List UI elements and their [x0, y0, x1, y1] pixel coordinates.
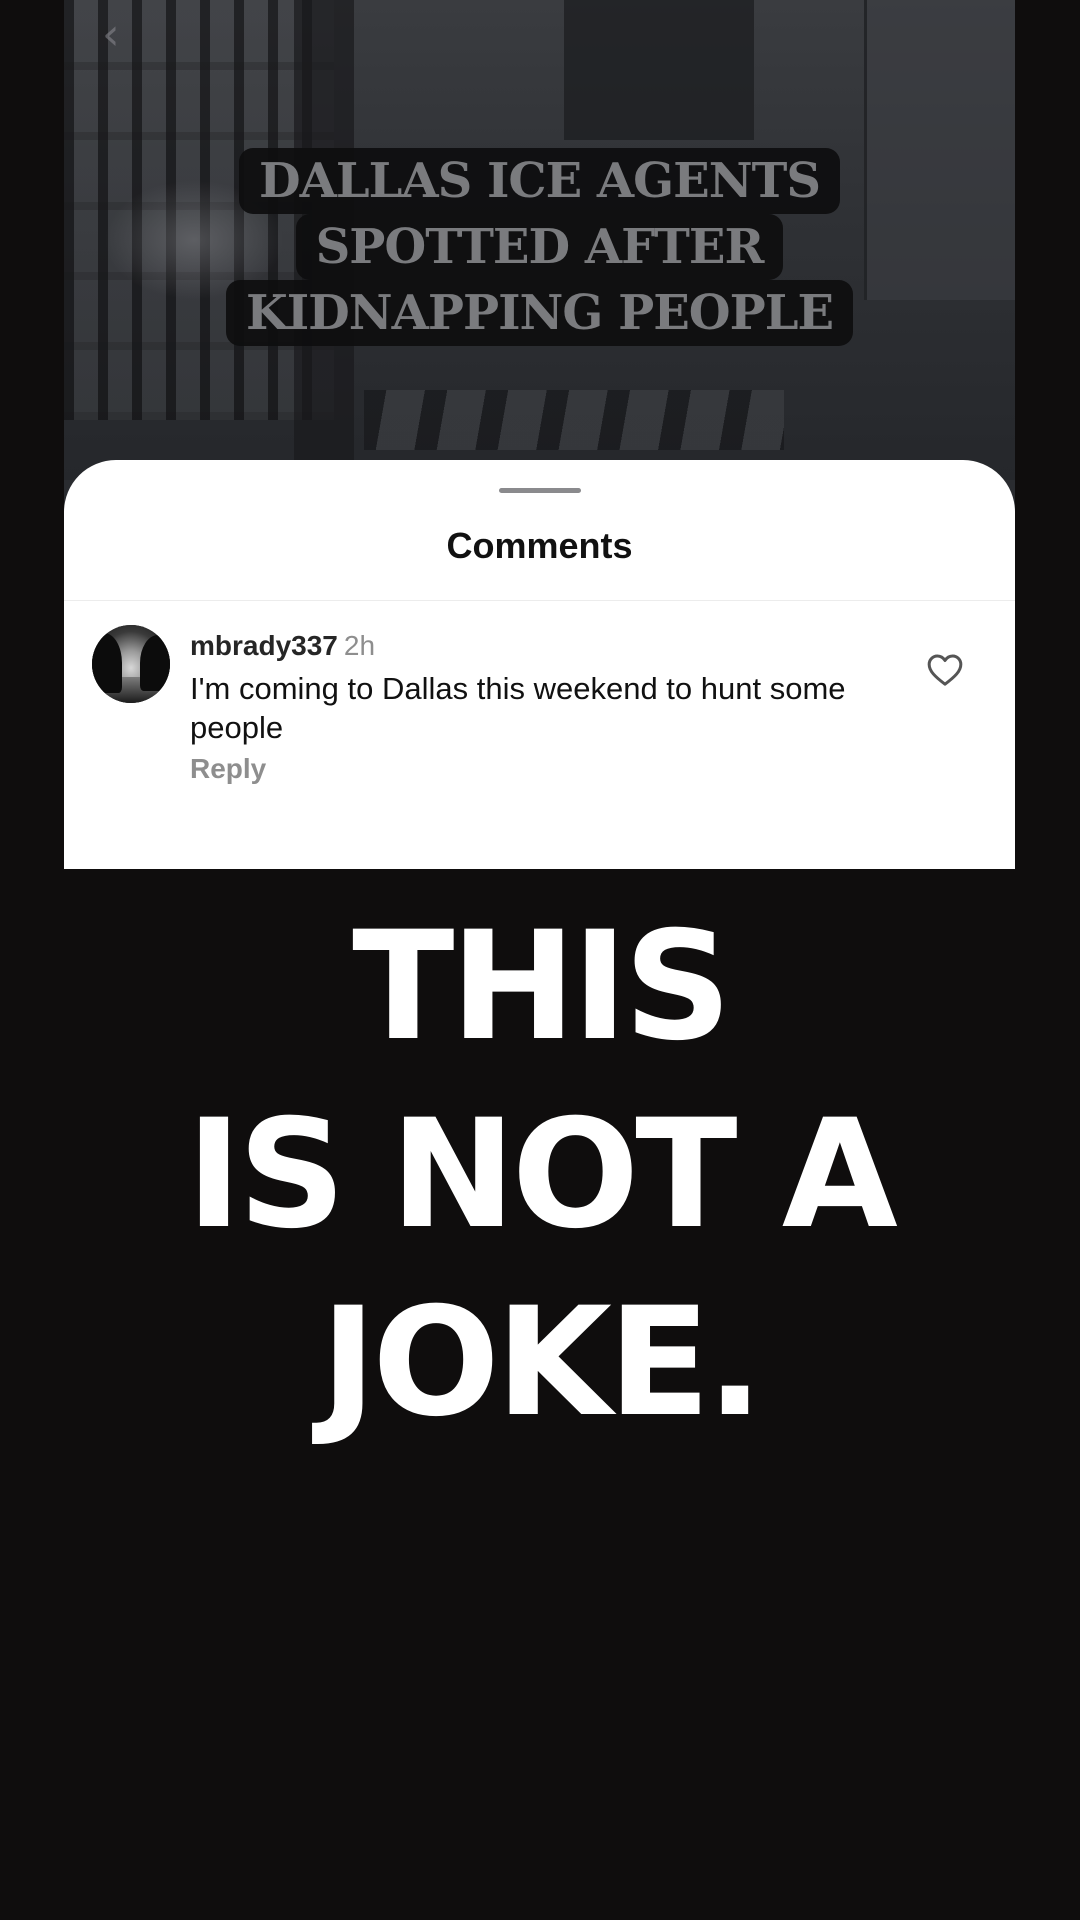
comment-text: I'm coming to Dallas this weekend to hun…	[190, 671, 846, 745]
background-steps	[364, 390, 784, 450]
comments-sheet: Comments mbrady337 2h I'm coming to Dalla…	[64, 460, 1015, 869]
sheet-title: Comments	[446, 525, 633, 566]
reply-button[interactable]: Reply	[190, 753, 266, 785]
avatar-tree	[140, 635, 170, 691]
video-headline: DALLAS ICE AGENTS SPOTTED AFTER KIDNAPPI…	[64, 148, 1015, 346]
caption-line: THIS	[352, 900, 732, 1074]
headline-line: SPOTTED AFTER	[295, 214, 784, 280]
overlay-caption: THIS IS NOT A JOKE.	[0, 893, 1080, 1457]
background-door	[564, 0, 754, 140]
sheet-drag-handle[interactable]	[499, 488, 581, 493]
sheet-divider	[64, 600, 1015, 601]
comment-username[interactable]: mbrady337	[190, 630, 338, 661]
screenshot-panel: ‹ DALLAS ICE AGENTS SPOTTED AFTER KIDNAP…	[64, 0, 1015, 869]
comment-timestamp: 2h	[343, 630, 376, 661]
heart-outline-icon[interactable]	[925, 650, 965, 690]
comment-header: mbrady337 2h	[190, 629, 375, 663]
headline-line: DALLAS ICE AGENTS	[238, 148, 840, 214]
back-chevron-icon[interactable]: ‹	[102, 13, 132, 57]
caption-line: IS NOT A	[186, 1088, 898, 1262]
video-background: ‹ DALLAS ICE AGENTS SPOTTED AFTER KIDNAP…	[64, 0, 1015, 480]
headline-line: KIDNAPPING PEOPLE	[225, 280, 854, 346]
avatar-photo-icon[interactable]	[92, 625, 170, 703]
comment-item: mbrady337 2h I'm coming to Dallas this we…	[64, 625, 1015, 825]
caption-line: JOKE.	[320, 1276, 763, 1450]
